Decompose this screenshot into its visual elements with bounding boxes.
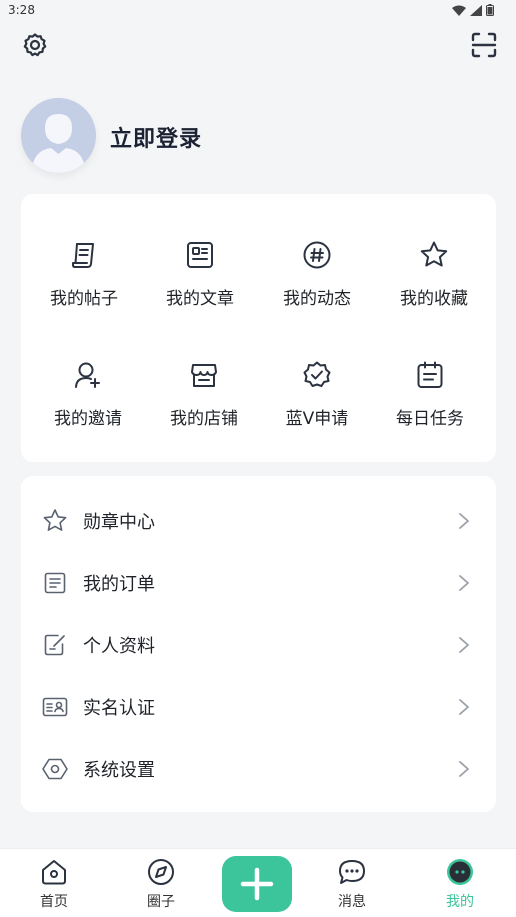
article-icon: [183, 238, 217, 272]
grid-label: 我的文章: [166, 289, 234, 309]
nav-label: 圈子: [147, 894, 175, 910]
chevron-right-icon: [456, 511, 472, 531]
menu-label: 个人资料: [83, 636, 155, 657]
profile-screen: 3:28 立即登录 我的帖子 我的文章 我的动态 我的收藏 我的邀请 我的店铺 …: [0, 0, 516, 917]
status-bar: 3:28: [0, 0, 516, 22]
menu-item-medal-center[interactable]: 勋章中心: [21, 493, 496, 549]
gear-icon: [23, 33, 47, 57]
order-list-icon: [41, 569, 69, 597]
menu-label: 我的订单: [83, 574, 155, 595]
chevron-right-icon: [456, 697, 472, 717]
verified-badge-icon: [300, 358, 334, 392]
menu-list-card: 勋章中心 我的订单 个人资料 实名认证 系统设置: [21, 476, 496, 812]
plus-icon: [240, 867, 274, 901]
grid-label: 我的动态: [283, 289, 351, 309]
grid-item-my-posts[interactable]: 我的帖子: [25, 238, 143, 338]
quick-actions-card: 我的帖子 我的文章 我的动态 我的收藏 我的邀请 我的店铺 蓝V申请 每日任务: [21, 194, 496, 462]
grid-item-my-favorites[interactable]: 我的收藏: [375, 238, 493, 338]
hexagon-settings-icon: [41, 755, 69, 783]
create-post-button[interactable]: [222, 856, 292, 912]
grid-item-my-invites[interactable]: 我的邀请: [29, 358, 147, 458]
menu-label: 实名认证: [83, 698, 155, 719]
grid-item-daily-tasks[interactable]: 每日任务: [371, 358, 489, 458]
store-icon: [187, 358, 221, 392]
battery-icon: [486, 4, 494, 16]
menu-item-real-name-verification[interactable]: 实名认证: [21, 679, 496, 735]
profile-face-icon: [445, 857, 475, 887]
status-time: 3:28: [8, 3, 35, 17]
cell-signal-icon: [470, 4, 482, 16]
grid-label: 蓝V申请: [285, 409, 349, 429]
menu-item-system-settings[interactable]: 系统设置: [21, 741, 496, 797]
default-avatar-icon: [21, 98, 96, 173]
wifi-icon: [452, 5, 466, 16]
nav-label: 消息: [338, 894, 366, 910]
chevron-right-icon: [456, 635, 472, 655]
scan-icon: [471, 32, 497, 58]
star-outline-icon: [41, 507, 69, 535]
nav-label: 首页: [40, 894, 68, 910]
grid-label: 我的帖子: [50, 289, 118, 309]
nav-messages[interactable]: 消息: [322, 857, 382, 913]
invite-user-icon: [71, 358, 105, 392]
nav-label: 我的: [446, 894, 474, 910]
id-card-icon: [41, 693, 69, 721]
settings-button[interactable]: [20, 30, 50, 60]
chevron-right-icon: [456, 573, 472, 593]
grid-item-my-articles[interactable]: 我的文章: [141, 238, 259, 338]
hashtag-icon: [300, 238, 334, 272]
grid-label: 我的收藏: [400, 289, 468, 309]
menu-item-my-orders[interactable]: 我的订单: [21, 555, 496, 611]
grid-item-my-store[interactable]: 我的店铺: [145, 358, 263, 458]
status-icons: [452, 4, 494, 16]
avatar[interactable]: [21, 98, 96, 173]
grid-label: 我的邀请: [54, 409, 122, 429]
nav-home[interactable]: 首页: [24, 857, 84, 913]
menu-label: 勋章中心: [83, 512, 155, 533]
chevron-right-icon: [456, 759, 472, 779]
scan-button[interactable]: [469, 30, 499, 60]
home-icon: [39, 857, 69, 887]
menu-item-profile-info[interactable]: 个人资料: [21, 617, 496, 673]
calendar-task-icon: [413, 358, 447, 392]
login-button[interactable]: 立即登录: [110, 121, 202, 153]
grid-item-my-feed[interactable]: 我的动态: [258, 238, 376, 338]
edit-profile-icon: [41, 631, 69, 659]
nav-circle[interactable]: 圈子: [131, 857, 191, 913]
message-icon: [337, 857, 367, 887]
grid-label: 每日任务: [396, 409, 464, 429]
nav-mine[interactable]: 我的: [430, 857, 490, 913]
grid-item-blue-v-apply[interactable]: 蓝V申请: [258, 358, 376, 458]
grid-label: 我的店铺: [170, 409, 238, 429]
menu-label: 系统设置: [83, 760, 155, 781]
star-icon: [417, 238, 451, 272]
post-icon: [67, 238, 101, 272]
compass-icon: [146, 857, 176, 887]
